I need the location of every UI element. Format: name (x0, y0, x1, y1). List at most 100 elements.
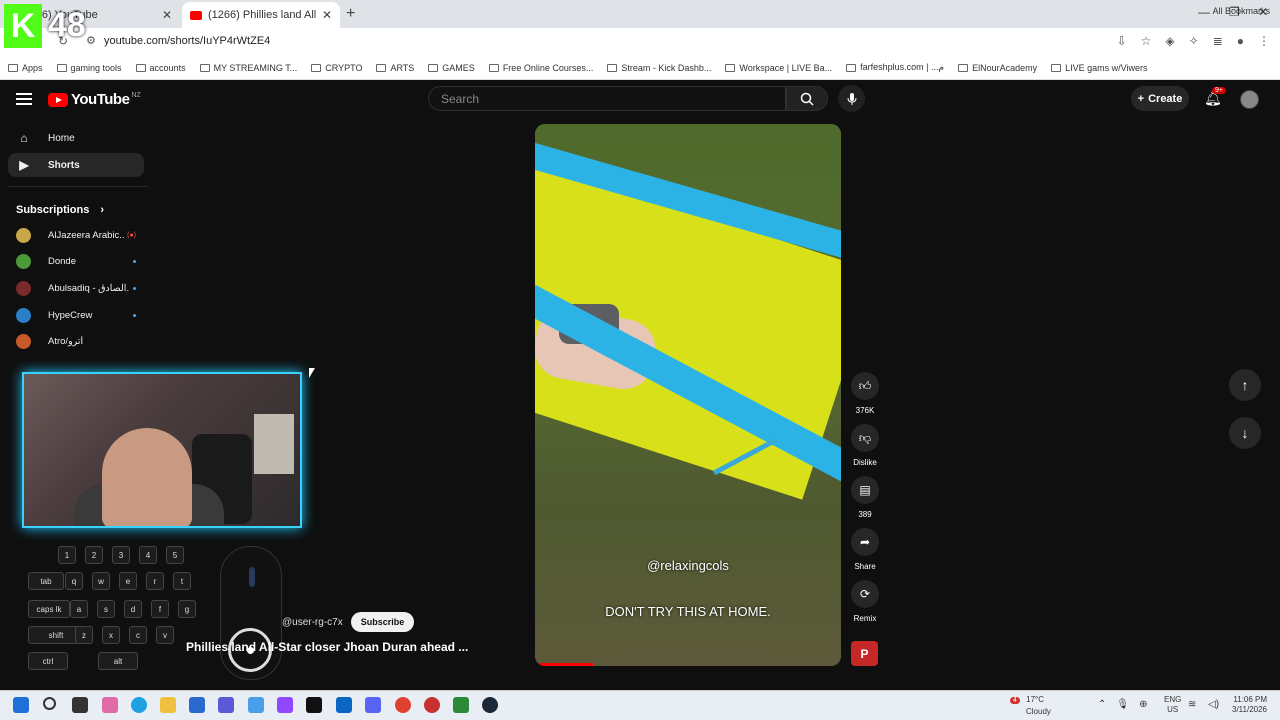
bookmark-label: Workspace | LIVE Ba... (739, 62, 833, 73)
tab-phillies-short[interactable]: (1266) Phillies land All-Star ✕ (182, 2, 340, 28)
install-app-icon[interactable]: ⇩ (1117, 34, 1127, 48)
linkedin-icon[interactable] (336, 697, 352, 713)
task-view-icon[interactable] (72, 697, 88, 713)
comment-count: 389 (858, 510, 872, 519)
key-a: a (70, 600, 88, 618)
mouse-cursor-icon (309, 368, 315, 378)
chrome-icon[interactable] (395, 697, 411, 713)
menu-kebab-icon[interactable]: ⋮ (1258, 34, 1270, 48)
video-progress-bar[interactable] (539, 663, 593, 666)
copilot-icon[interactable] (102, 697, 118, 713)
close-tab-icon[interactable]: ✕ (162, 8, 172, 22)
discord-icon[interactable] (365, 697, 381, 713)
youtube-logo[interactable]: YouTube NZ (48, 91, 141, 108)
extension-icon[interactable]: ◈ (1165, 34, 1174, 48)
create-button[interactable]: + Create (1131, 86, 1189, 111)
store-icon[interactable] (189, 697, 205, 713)
search-icon (800, 92, 814, 106)
all-bookmarks-link[interactable]: All Bookmarks (1212, 6, 1270, 16)
youtube-play-icon (48, 92, 68, 107)
account-avatar[interactable] (1240, 90, 1259, 109)
media-icon[interactable]: ≣ (1213, 34, 1223, 48)
bookmark-item[interactable]: Workspace | LIVE Ba... (725, 63, 832, 73)
language-indicator[interactable]: ENG US (1164, 695, 1181, 715)
new-content-dot (133, 313, 136, 317)
volume-icon[interactable]: ◁) (1208, 699, 1219, 710)
subscription-item[interactable]: Donde (16, 252, 136, 272)
teams-icon[interactable] (218, 697, 234, 713)
subscriptions-heading[interactable]: Subscriptions › (16, 204, 104, 216)
previous-short-button[interactable]: ↑ (1229, 369, 1261, 401)
minimize-icon[interactable]: — (1198, 5, 1210, 19)
excel-icon[interactable] (453, 697, 469, 713)
twitch-icon[interactable] (277, 697, 293, 713)
short-title[interactable]: Phillies land All-Star closer Jhoan Dura… (186, 640, 468, 654)
weather-widget[interactable]: 4 17°C Cloudy (1010, 694, 1051, 717)
remix-button[interactable]: ⟳ Remix (850, 580, 880, 623)
subscription-item[interactable]: AlJazeera Arabic... (●) (16, 225, 136, 245)
subscription-item[interactable]: Atro/أترو (16, 332, 136, 352)
bookmark-item[interactable]: Stream - Kick Dashb... (607, 63, 711, 73)
thumbs-down-icon: 👎︎ (851, 424, 879, 452)
file-explorer-icon[interactable] (160, 697, 176, 713)
bookmark-item[interactable]: MY STREAMING T... (199, 63, 297, 73)
like-button[interactable]: 👍︎ 376K (850, 372, 880, 415)
short-video-player[interactable]: @relaxingcols DON'T TRY THIS AT HOME. (535, 124, 841, 666)
short-channel-row: @user-rg-c7x Subscribe (210, 612, 415, 632)
key-1: 1 (58, 546, 76, 564)
bookmark-star-icon[interactable]: ☆ (1141, 34, 1152, 48)
mail-icon[interactable] (248, 697, 264, 713)
channel-handle[interactable]: @user-rg-c7x (282, 617, 343, 628)
channel-name: Atro/أترو (48, 336, 84, 348)
wifi-icon[interactable]: ≋ (1188, 699, 1196, 710)
obs-icon[interactable] (424, 697, 440, 713)
mic-tray-icon[interactable]: 🎙︎ (1116, 699, 1129, 710)
key-q: q (65, 572, 83, 590)
sidebar-item-home[interactable]: ⌂ Home (8, 126, 144, 150)
new-tab-button[interactable]: + (346, 5, 355, 23)
notification-badge: 9+ (1212, 87, 1226, 94)
search-taskbar-icon[interactable] (43, 697, 56, 710)
sidebar-item-shorts[interactable]: ▶ Shorts (8, 153, 144, 177)
bookmark-item[interactable]: GAMES (428, 63, 475, 73)
network-icon[interactable]: ⊕ (1139, 699, 1147, 710)
next-short-button[interactable]: ↓ (1229, 417, 1261, 449)
clock[interactable]: 11:06 PM 3/11/2026 (1232, 695, 1267, 715)
bookmark-item[interactable]: ARTS (376, 63, 414, 73)
voice-search-button[interactable] (838, 85, 865, 112)
profile-avatar-icon[interactable]: ● (1237, 34, 1244, 48)
region-code: US (1167, 705, 1179, 714)
mouse-wheel (249, 567, 255, 587)
bookmark-item[interactable]: accounts (135, 63, 186, 73)
extensions-puzzle-icon[interactable]: ✧ (1189, 34, 1199, 48)
hamburger-menu-icon[interactable] (16, 93, 32, 105)
bookmark-item[interactable]: farfeshplus.com | ...م (846, 62, 944, 73)
share-button[interactable]: ➦ Share (850, 528, 880, 571)
notifications-button[interactable]: 🔔︎ 9+ (1204, 87, 1226, 107)
chevron-up-icon[interactable]: ⌃ (1098, 699, 1106, 710)
bookmark-item[interactable]: Free Online Courses... (488, 63, 593, 73)
comments-button[interactable]: ▤ 389 (850, 476, 880, 519)
key-s: s (97, 600, 115, 618)
search-button[interactable] (786, 86, 828, 111)
bookmark-item[interactable]: ElNourAcademy (958, 63, 1037, 73)
windows-start-icon[interactable] (13, 697, 29, 713)
bookmark-item[interactable]: CRYPTO (311, 63, 362, 73)
dislike-button[interactable]: 👎︎ Dislike (850, 424, 880, 467)
url-field[interactable]: youtube.com/shorts/IuYP4rWtZE4 (104, 35, 270, 47)
channel-avatar-button[interactable]: P (851, 641, 878, 666)
youtube-favicon-icon (190, 10, 202, 20)
subscription-item[interactable]: Abulsadiq - الصادق... (16, 278, 136, 298)
subscription-item[interactable]: HypeCrew (16, 305, 136, 325)
x-icon[interactable] (306, 697, 322, 713)
subscribe-button[interactable]: Subscribe (350, 612, 415, 632)
edge-icon[interactable] (131, 697, 147, 713)
folder-icon (311, 63, 322, 72)
bookmark-item[interactable]: gaming tools (56, 63, 122, 73)
search-input[interactable]: Search (428, 86, 786, 111)
bookmark-item[interactable]: LIVE gams w/Viwers (1051, 63, 1147, 73)
close-tab-icon[interactable]: ✕ (322, 8, 332, 22)
steam-icon[interactable] (482, 697, 498, 713)
key-2: 2 (85, 546, 103, 564)
bookmark-item[interactable]: Apps (8, 63, 43, 73)
